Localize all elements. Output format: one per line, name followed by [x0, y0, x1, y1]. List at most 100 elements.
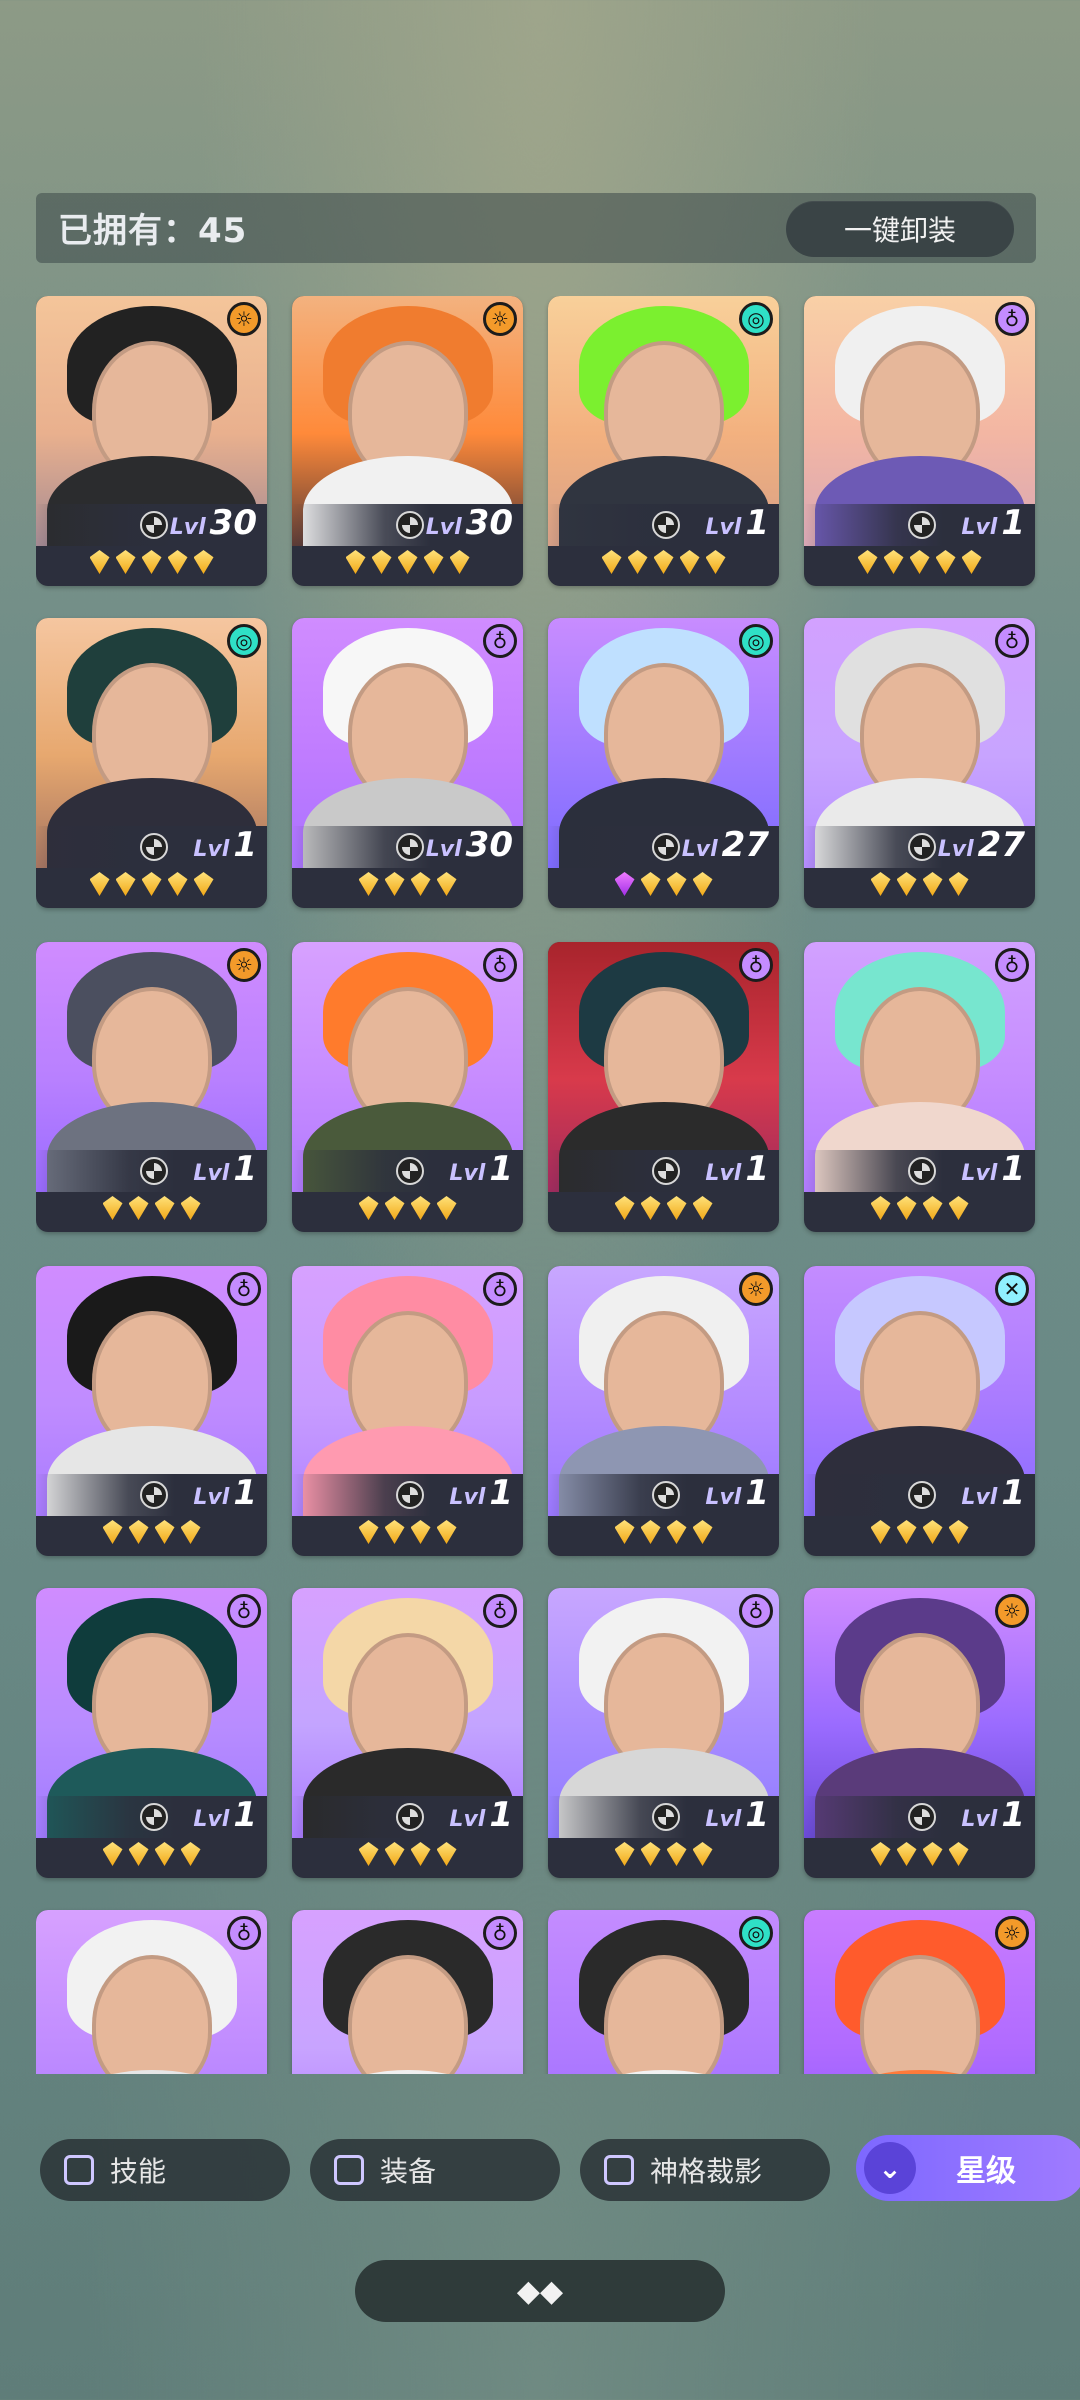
star-gem-icon	[410, 872, 431, 896]
level-prefix: Lvl	[961, 1807, 998, 1832]
level-progress-icon	[396, 1481, 424, 1509]
star-gem-icon	[692, 1842, 713, 1866]
character-card[interactable]: ☼ Lvl 1	[804, 1588, 1035, 1878]
level-text: Lvl 1	[449, 1795, 513, 1835]
character-card[interactable]: ☼	[804, 1910, 1035, 2074]
level-progress-icon	[396, 1157, 424, 1185]
star-gem-icon	[384, 872, 405, 896]
star-gem-icon	[640, 1520, 661, 1544]
level-progress-icon	[396, 1803, 424, 1831]
sun-role-icon: ☼	[227, 948, 261, 982]
chevron-double-down-icon: ⌄	[864, 2142, 916, 2194]
expand-button[interactable]: ◆◆	[355, 2260, 725, 2322]
level-progress-icon	[908, 511, 936, 539]
level-value: 1	[489, 1149, 513, 1189]
star-gem-icon	[870, 1196, 891, 1220]
star-gem-icon	[896, 1842, 917, 1866]
unequip-all-button[interactable]: 一键卸装	[786, 201, 1014, 257]
character-card[interactable]: ♁ Lvl 27	[804, 618, 1035, 908]
character-card[interactable]: ◎ Lvl 1	[548, 296, 779, 586]
character-card[interactable]: ♁ Lvl 1	[36, 1266, 267, 1556]
star-rating	[804, 872, 1035, 902]
character-card[interactable]: ♁ Lvl 1	[804, 296, 1035, 586]
star-gem-icon	[449, 550, 470, 574]
star-gem-icon	[115, 872, 136, 896]
lotus-role-icon: ♁	[995, 948, 1029, 982]
character-card[interactable]: ♁ Lvl 1	[292, 1588, 523, 1878]
star-rating	[548, 1196, 779, 1226]
star-rating	[804, 550, 1035, 580]
star-gem-icon	[870, 872, 891, 896]
level-text: Lvl 1	[705, 1473, 769, 1513]
level-value: 1	[233, 1473, 257, 1513]
star-gem-icon	[948, 872, 969, 896]
star-gem-icon	[870, 1520, 891, 1544]
level-progress-icon	[140, 1481, 168, 1509]
filter-skill-label: 技能	[110, 2155, 167, 2188]
level-value: 1	[233, 1795, 257, 1835]
level-prefix: Lvl	[681, 837, 718, 862]
character-card[interactable]: ♁	[292, 1910, 523, 2074]
star-gem-icon	[705, 550, 726, 574]
character-card[interactable]: ◎ Lvl 27	[548, 618, 779, 908]
character-card[interactable]: ♁	[36, 1910, 267, 2074]
star-gem-icon	[614, 1520, 635, 1544]
filter-equip-tab[interactable]: 装备	[310, 2139, 560, 2201]
level-progress-icon	[652, 511, 680, 539]
level-text: Lvl 1	[449, 1149, 513, 1189]
owned-header: 已拥有：45 一键卸装	[36, 193, 1036, 263]
character-card[interactable]: ♁ Lvl 1	[292, 942, 523, 1232]
level-text: Lvl 1	[961, 503, 1025, 543]
sun-role-icon: ☼	[995, 1594, 1029, 1628]
level-value: 30	[465, 825, 513, 865]
checkbox-icon[interactable]	[604, 2155, 634, 2185]
star-gem-icon	[614, 872, 635, 896]
level-progress-icon	[140, 1157, 168, 1185]
character-card[interactable]: ♁ Lvl 1	[548, 1588, 779, 1878]
level-prefix: Lvl	[449, 1485, 486, 1510]
star-rating	[292, 1520, 523, 1550]
character-card[interactable]: ☼ Lvl 1	[36, 942, 267, 1232]
character-card[interactable]: ♁ Lvl 1	[36, 1588, 267, 1878]
level-progress-icon	[652, 1157, 680, 1185]
character-card[interactable]: ◎	[548, 1910, 779, 2074]
star-rating	[292, 1842, 523, 1872]
character-card[interactable]: ☼ Lvl 30	[36, 296, 267, 586]
character-card[interactable]: ♁ Lvl 1	[804, 942, 1035, 1232]
level-value: 27	[721, 825, 769, 865]
star-gem-icon	[640, 1842, 661, 1866]
star-gem-icon	[922, 1196, 943, 1220]
character-card[interactable]: ✕ Lvl 1	[804, 1266, 1035, 1556]
level-value: 30	[209, 503, 257, 543]
level-value: 1	[233, 825, 257, 865]
star-gem-icon	[896, 1196, 917, 1220]
lotus-role-icon: ♁	[483, 624, 517, 658]
level-text: Lvl 1	[705, 1149, 769, 1189]
lotus-role-icon: ♁	[483, 1272, 517, 1306]
star-rating	[548, 872, 779, 902]
filter-equip-label: 装备	[380, 2155, 437, 2188]
star-gem-icon	[922, 1842, 943, 1866]
level-prefix: Lvl	[705, 515, 742, 540]
level-text: Lvl 1	[193, 1473, 257, 1513]
character-card[interactable]: ♁ Lvl 1	[292, 1266, 523, 1556]
character-card[interactable]: ◎ Lvl 1	[36, 618, 267, 908]
filter-cut-tab[interactable]: 神格裁影	[580, 2139, 830, 2201]
character-card[interactable]: ♁ Lvl 30	[292, 618, 523, 908]
character-card[interactable]: ♁ Lvl 1	[548, 942, 779, 1232]
level-prefix: Lvl	[425, 837, 462, 862]
character-card[interactable]: ☼ Lvl 30	[292, 296, 523, 586]
filter-skill-tab[interactable]: 技能	[40, 2139, 290, 2201]
star-gem-icon	[679, 550, 700, 574]
level-text: Lvl 30	[426, 825, 513, 865]
checkbox-icon[interactable]	[64, 2155, 94, 2185]
star-gem-icon	[384, 1520, 405, 1544]
portrait-body	[302, 2070, 513, 2074]
owned-count: 已拥有：45	[58, 211, 248, 251]
sort-star-button[interactable]: ⌄ 星级	[856, 2135, 1080, 2201]
character-card[interactable]: ☼ Lvl 1	[548, 1266, 779, 1556]
checkbox-icon[interactable]	[334, 2155, 364, 2185]
level-prefix: Lvl	[193, 837, 230, 862]
level-prefix: Lvl	[961, 1485, 998, 1510]
level-progress-icon	[140, 511, 168, 539]
